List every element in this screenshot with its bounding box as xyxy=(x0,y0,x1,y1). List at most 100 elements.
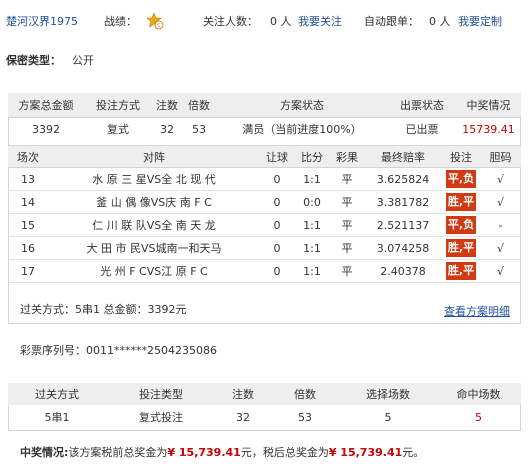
col-banker: 胆码 xyxy=(480,145,521,168)
match-bet: 胜,平 xyxy=(442,236,480,260)
pass-count: 32 xyxy=(236,410,250,424)
view-plan-detail-link[interactable]: 查看方案明细 xyxy=(444,303,510,319)
prize-pre-tax: ¥ 15,739.41 xyxy=(167,446,241,459)
match-score: 1:1 xyxy=(294,236,330,260)
pass-hit: 5 xyxy=(475,410,482,424)
pass-header-row: 过关方式 投注类型 注数 倍数 选择场数 命中场数 xyxy=(8,383,521,405)
match-result: 平 xyxy=(330,167,364,191)
match-row: 16 大 田 市 民VS城南一和天马 0 1:1 平 3.074258 胜,平 … xyxy=(8,236,521,260)
prize-info: 中奖情况:该方案税前总奖金为¥ 15,739.41元，税后总奖金为¥ 15,73… xyxy=(20,444,424,460)
match-bet: 平,负 xyxy=(442,213,480,237)
user-header: 楚河汉界1975 战绩： C 关注人数： 0 人 我要关注 自动跟单： 0 人 … xyxy=(0,0,529,40)
bet-pick-badge: 胜,平 xyxy=(445,239,477,257)
match-handicap: 0 xyxy=(260,259,294,283)
autofollow-value: 0 人 xyxy=(429,15,451,28)
matches-table: 场次 对阵 让球 比分 彩果 最终赔率 投注 胆码 13 水 原 三 星VS全 … xyxy=(8,145,521,283)
summary-multiple: 53 xyxy=(192,122,206,136)
bet-pick-badge: 平,负 xyxy=(445,216,477,234)
col-fixture: 对阵 xyxy=(48,145,260,168)
match-fixture: 仁 川 联 队VS全 南 天 龙 xyxy=(48,213,260,237)
pass-row: 5串1 复式投注 32 53 5 5 xyxy=(8,405,521,429)
pass-selected: 5 xyxy=(384,410,392,424)
match-score: 1:1 xyxy=(294,259,330,283)
prize-text-3: 元。 xyxy=(402,446,425,459)
match-handicap: 0 xyxy=(260,190,294,214)
summary-prize: 15739.41 xyxy=(462,122,515,136)
custom-link[interactable]: 我要定制 xyxy=(458,13,502,29)
pass-info: 过关方式：5串1 总金额：3392元 xyxy=(20,303,187,316)
secrecy-label: 保密类型： xyxy=(6,54,61,67)
summary-total: 3392 xyxy=(32,122,60,136)
pass-table: 过关方式 投注类型 注数 倍数 选择场数 命中场数 5串1 复式投注 32 53… xyxy=(8,383,521,429)
match-handicap: 0 xyxy=(260,236,294,260)
match-bet: 胜,平 xyxy=(442,190,480,214)
col-pass-count: 注数 xyxy=(216,383,270,405)
col-bet-type: 投注类型 xyxy=(106,383,216,405)
match-score: 0:0 xyxy=(294,190,330,214)
match-odds: 3.625824 xyxy=(364,167,442,191)
match-odds: 2.40378 xyxy=(364,259,442,283)
match-score: 1:1 xyxy=(294,167,330,191)
followers-value: 0 人 xyxy=(270,15,292,28)
match-no: 14 xyxy=(8,190,48,214)
bet-pick-badge: 胜,平 xyxy=(445,193,477,211)
col-status: 方案状态 xyxy=(216,93,388,118)
pass-type: 5串1 xyxy=(44,411,70,424)
match-score: 1:1 xyxy=(294,213,330,237)
col-pass-type: 过关方式 xyxy=(8,383,106,405)
col-bet: 投注 xyxy=(442,145,480,168)
match-result: 平 xyxy=(330,190,364,214)
bet-pick-badge: 胜,平 xyxy=(445,262,477,280)
match-result: 平 xyxy=(330,259,364,283)
col-handicap: 让球 xyxy=(260,145,294,168)
match-banker: √ xyxy=(480,190,521,214)
match-banker: √ xyxy=(480,259,521,283)
col-multiple: 倍数 xyxy=(182,93,216,118)
match-fixture: 光 州 F CVS江 原 F C xyxy=(48,259,260,283)
prize-after-tax: ¥ 15,739.41 xyxy=(328,446,403,459)
autofollow-label: 自动跟单： xyxy=(364,15,419,28)
match-no: 13 xyxy=(8,167,48,191)
record-label: 战绩： xyxy=(104,15,137,28)
star-medal-icon: C xyxy=(146,12,164,30)
match-banker: - xyxy=(480,213,521,237)
match-banker: √ xyxy=(480,236,521,260)
col-match-no: 场次 xyxy=(8,145,48,168)
col-count: 注数 xyxy=(152,93,182,118)
col-selected: 选择场数 xyxy=(340,383,436,405)
summary-header-row: 方案总金额 投注方式 注数 倍数 方案状态 出票状态 中奖情况 xyxy=(8,93,521,118)
col-ticket-status: 出票状态 xyxy=(388,93,456,118)
summary-method: 复式 xyxy=(107,123,129,137)
col-hit: 命中场数 xyxy=(436,383,521,405)
summary-count: 32 xyxy=(160,122,174,136)
follow-link-text[interactable]: 我要关注 xyxy=(298,15,342,28)
match-bet: 胜,平 xyxy=(442,259,480,283)
match-bet: 平,负 xyxy=(442,167,480,191)
prize-label: 中奖情况: xyxy=(20,446,69,459)
follow-link[interactable]: 我要关注 xyxy=(298,13,342,29)
col-result: 彩果 xyxy=(330,145,364,168)
match-fixture: 釜 山 偶 像VS庆 南 F C xyxy=(48,190,260,214)
summary-row: 3392 复式 32 53 满员（当前进度100%） 已出票 15739.41 xyxy=(8,117,521,141)
pass-bet-type: 复式投注 xyxy=(139,411,183,424)
secrecy-value: 公开 xyxy=(72,54,94,67)
match-no: 17 xyxy=(8,259,48,283)
summary-ticket-status: 已出票 xyxy=(405,123,439,137)
match-banker: √ xyxy=(480,167,521,191)
username-link[interactable]: 楚河汉界1975 xyxy=(6,13,78,29)
match-result: 平 xyxy=(330,213,364,237)
svg-text:C: C xyxy=(157,23,161,29)
summary-status: 满员（当前进度100%） xyxy=(242,123,362,137)
col-method: 投注方式 xyxy=(84,93,152,118)
match-row: 13 水 原 三 星VS全 北 现 代 0 1:1 平 3.625824 平,负… xyxy=(8,167,521,191)
custom-link-text[interactable]: 我要定制 xyxy=(458,15,502,28)
match-row: 17 光 州 F CVS江 原 F C 0 1:1 平 2.40378 胜,平 … xyxy=(8,259,521,283)
match-row: 14 釜 山 偶 像VS庆 南 F C 0 0:0 平 3.381782 胜,平… xyxy=(8,190,521,214)
col-prize: 中奖情况 xyxy=(456,93,521,118)
match-odds: 3.381782 xyxy=(364,190,442,214)
pass-multiple: 53 xyxy=(298,410,312,424)
prize-text-2: 元，税后总奖金为 xyxy=(240,446,329,459)
bet-pick-badge: 平,负 xyxy=(445,170,477,188)
col-pass-multiple: 倍数 xyxy=(270,383,340,405)
match-no: 15 xyxy=(8,213,48,237)
